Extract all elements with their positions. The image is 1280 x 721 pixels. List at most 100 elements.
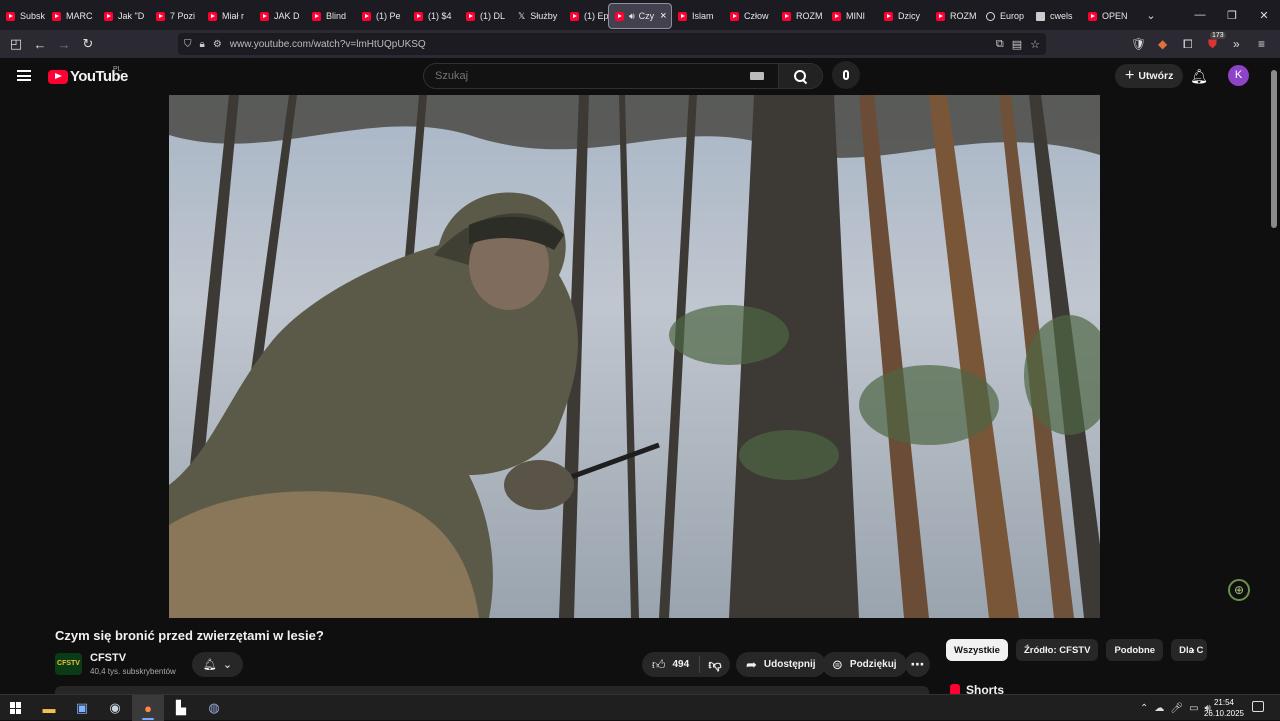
youtube-icon: [312, 11, 321, 21]
page-scrollbar[interactable]: [1268, 58, 1280, 694]
system-clock[interactable]: 21:54 26.10.2025: [1202, 697, 1246, 719]
picture-in-picture-icon[interactable]: ⧉: [996, 38, 1004, 51]
permissions-icon[interactable]: ⚙: [213, 39, 222, 50]
browser-tab[interactable]: JAK D: [254, 3, 306, 29]
browser-tab[interactable]: Blind: [306, 3, 356, 29]
lock-icon[interactable]: 🔒︎: [200, 39, 205, 50]
browser-tab[interactable]: OPEN: [1082, 3, 1134, 29]
audio-playing-icon[interactable]: 🔊︎: [629, 11, 635, 22]
tab-label: ROZM: [950, 11, 977, 21]
channel-name[interactable]: CFSTV: [90, 652, 126, 664]
urlbar-actions: ⧉ ▤ ☆: [996, 38, 1046, 51]
video-player[interactable]: [169, 95, 1100, 618]
file-explorer-icon[interactable]: ▬: [33, 695, 65, 721]
notification-center-icon[interactable]: [1252, 701, 1264, 712]
search-box: [423, 63, 823, 89]
vpn-extension-icon[interactable]: 🛡︎: [1131, 30, 1146, 58]
video-title: Czym się bronić przed zwierzętami w lesi…: [55, 628, 324, 643]
close-tab-icon[interactable]: ×: [660, 10, 666, 22]
tab-active[interactable]: 🔊︎ Czy ×: [608, 3, 672, 29]
back-icon[interactable]: ←: [28, 37, 52, 52]
search-button[interactable]: [778, 64, 822, 88]
browser-tab[interactable]: Subsk: [0, 3, 46, 29]
account-avatar[interactable]: K: [1228, 65, 1249, 86]
browser-tab[interactable]: (1) $4: [408, 3, 460, 29]
tray-overflow-icon[interactable]: ⌃: [1140, 703, 1148, 714]
scrollbar-thumb[interactable]: [1271, 70, 1277, 228]
onedrive-icon[interactable]: ☁: [1154, 703, 1164, 714]
browser-tab[interactable]: Europ: [980, 3, 1030, 29]
create-button[interactable]: + Utwórz: [1115, 64, 1184, 88]
forward-icon[interactable]: →: [52, 37, 76, 52]
extensions-icon[interactable]: ⧠: [1183, 30, 1193, 58]
chip-related[interactable]: Podobne: [1106, 639, 1164, 661]
subscribed-notifications-button[interactable]: 🔔︎ ⌄: [192, 652, 243, 677]
fox-extension-icon[interactable]: ◆: [1158, 30, 1167, 58]
shield-icon[interactable]: ⛉: [184, 39, 192, 50]
browser-tab[interactable]: (1) DL: [460, 3, 512, 29]
voice-search-button[interactable]: [832, 61, 860, 89]
youtube-icon: [730, 11, 739, 21]
browser-tab[interactable]: Miał r: [202, 3, 254, 29]
browser-tab[interactable]: MARC: [46, 3, 98, 29]
tab-label: Islam: [692, 11, 714, 21]
network-icon[interactable]: ▭: [1189, 703, 1198, 714]
browser-tab[interactable]: Człow: [724, 3, 776, 29]
keyboard-icon[interactable]: [750, 72, 764, 80]
browser-tab[interactable]: ROZM: [776, 3, 826, 29]
channel-avatar[interactable]: CFSTV: [55, 653, 82, 675]
browser-tab[interactable]: 𝕏 Służby: [512, 3, 564, 29]
app-icon[interactable]: ◍: [198, 695, 230, 721]
chip-from-channel[interactable]: Źródło: CFSTV: [1015, 639, 1099, 661]
close-window-button[interactable]: ✕: [1248, 9, 1280, 22]
browser-tab[interactable]: Islam: [672, 3, 724, 29]
guide-menu-icon[interactable]: [17, 70, 31, 81]
browser-tab[interactable]: (1) Pe: [356, 3, 408, 29]
channel-watermark-icon[interactable]: ⊕: [1228, 579, 1250, 601]
x-icon: 𝕏: [518, 10, 526, 21]
description-box[interactable]: [55, 686, 929, 694]
browser-tab[interactable]: Jak "D: [98, 3, 150, 29]
remote-desktop-icon[interactable]: ▣: [66, 695, 98, 721]
steam-icon[interactable]: ◉: [99, 695, 131, 721]
restore-button[interactable]: ❐: [1216, 9, 1248, 22]
minimize-button[interactable]: —: [1184, 9, 1216, 21]
url-text[interactable]: www.youtube.com/watch?v=lmHtUQpUKSQ: [230, 39, 426, 50]
like-dislike-group: 👍︎ 494 👎︎: [642, 652, 730, 677]
browser-tab[interactable]: Dzicy: [878, 3, 930, 29]
search-icon: [794, 69, 807, 83]
overflow-chevrons-icon[interactable]: »: [1233, 30, 1240, 58]
notifications-bell-icon[interactable]: 🔔︎: [1190, 68, 1208, 86]
chips-next-icon[interactable]: ›: [1190, 641, 1195, 657]
chip-all[interactable]: Wszystkie: [946, 639, 1008, 661]
browser-tab[interactable]: ROZM: [930, 3, 980, 29]
reload-icon[interactable]: ↻: [76, 36, 100, 52]
address-bar[interactable]: ⛉ 🔒︎ ⚙ www.youtube.com/watch?v=lmHtUQpUK…: [178, 33, 1046, 55]
youtube-logo[interactable]: YouTube PL: [48, 66, 128, 85]
tab-label: OPEN: [1102, 11, 1128, 21]
youtube-header: YouTube PL + Utwórz 🔔︎ K: [0, 58, 1280, 95]
browser-tab[interactable]: (1) Ep: [564, 3, 608, 29]
browser-navbar: ◰ ← → ↻ ⛉ 🔒︎ ⚙ www.youtube.com/watch?v=l…: [0, 30, 1280, 58]
app-menu-icon[interactable]: ≡: [1258, 30, 1265, 58]
like-button[interactable]: 👍︎ 494: [642, 656, 700, 673]
share-label: Udostępnij: [763, 659, 816, 670]
browser-tab[interactable]: cwels: [1030, 3, 1082, 29]
firefox-icon[interactable]: ●: [132, 695, 164, 721]
windows-logo-icon: [10, 702, 22, 714]
thanks-label: Podziękuj: [849, 659, 897, 670]
bookmark-star-icon[interactable]: ☆: [1030, 38, 1040, 51]
list-all-tabs-icon[interactable]: ⌄: [1138, 9, 1164, 22]
sidebar-toggle-icon[interactable]: ◰: [4, 36, 28, 52]
thanks-button[interactable]: ⊜ Podziękuj: [822, 652, 907, 677]
more-actions-icon[interactable]: ⋯: [905, 652, 930, 677]
reader-view-icon[interactable]: ▤: [1012, 38, 1022, 51]
search-input[interactable]: [424, 64, 750, 88]
start-button[interactable]: [0, 695, 32, 721]
microphone-tray-icon[interactable]: 🎤︎: [1170, 703, 1183, 714]
browser-tab[interactable]: MINI: [826, 3, 878, 29]
dislike-button[interactable]: 👎︎: [700, 657, 730, 673]
share-button[interactable]: ➦ Udostępnij: [736, 652, 826, 677]
notion-icon[interactable]: ▙: [165, 695, 197, 721]
browser-tab[interactable]: 7 Pozi: [150, 3, 202, 29]
